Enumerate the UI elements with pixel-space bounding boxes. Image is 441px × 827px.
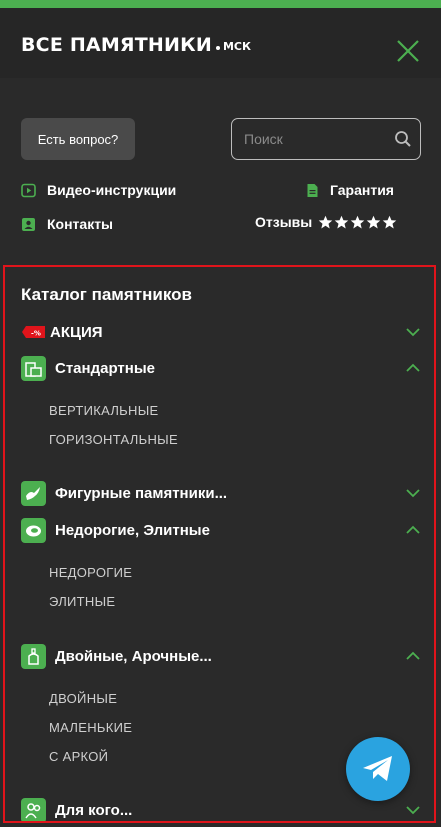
catalog-label-standard: Стандартные xyxy=(55,359,155,377)
catalog-item-for-whom[interactable]: Для кого... xyxy=(21,797,421,821)
sale-tag-icon: -% xyxy=(22,326,45,338)
search-icon[interactable] xyxy=(394,130,412,148)
star-icon xyxy=(350,215,365,228)
star-icon xyxy=(382,215,397,228)
catalog-label-figured: Фигурные памятники... xyxy=(55,484,228,502)
chevron-down-icon[interactable] xyxy=(405,324,421,340)
telegram-button[interactable] xyxy=(346,737,410,801)
top-accent-stripe xyxy=(0,0,441,8)
catalog-item-double-arched[interactable]: Двойные, Арочные... xyxy=(21,643,421,669)
contacts-link[interactable]: Контакты xyxy=(21,216,113,232)
subcategory-vertical[interactable]: ВЕРТИКАЛЬНЫЕ xyxy=(49,403,158,418)
catalog-label-for-whom: Для кого... xyxy=(55,801,133,819)
telegram-icon xyxy=(363,756,392,781)
catalog-label-cheap-elite: Недорогие, Элитные xyxy=(55,521,210,539)
catalog-item-cheap-elite[interactable]: Недорогие, Элитные xyxy=(21,517,421,543)
close-menu-button[interactable] xyxy=(393,36,423,66)
video-instructions-link[interactable]: Видео-инструкции xyxy=(21,182,176,198)
rating-stars xyxy=(318,215,397,230)
header: ВСЕ ПАМЯТНИКИ МСК xyxy=(0,8,441,78)
reviews-link[interactable]: Отзывы xyxy=(255,214,397,230)
warranty-label: Гарантия xyxy=(330,182,394,198)
catalog-item-figured[interactable]: Фигурные памятники... xyxy=(21,480,421,506)
logo-text: ВСЕ ПАМЯТНИКИ xyxy=(21,34,212,56)
logo-dot xyxy=(215,46,220,50)
subcategory-arched[interactable]: С АРКОЙ xyxy=(49,749,108,764)
chevron-up-icon[interactable] xyxy=(405,648,421,664)
catalog-title: Каталог памятников xyxy=(21,285,192,304)
subcategory-small[interactable]: МАЛЕНЬКИЕ xyxy=(49,720,132,735)
mobile-menu: Есть вопрос? Видео-инструкции Гарантия К… xyxy=(0,78,441,827)
subcategory-double[interactable]: ДВОЙНЫЕ xyxy=(49,691,117,706)
logo-city: МСК xyxy=(222,39,251,53)
star-icon xyxy=(334,215,349,228)
catalog-label-sale: АКЦИЯ xyxy=(50,323,103,341)
search-box[interactable] xyxy=(231,118,421,160)
chevron-up-icon[interactable] xyxy=(405,522,421,538)
close-icon xyxy=(397,40,419,62)
star-icon xyxy=(318,215,333,228)
search-input[interactable] xyxy=(244,119,384,159)
gem-icon xyxy=(21,517,46,543)
dove-icon xyxy=(21,480,46,506)
contacts-label: Контакты xyxy=(47,216,114,232)
subcategory-cheap[interactable]: НЕДОРОГИЕ xyxy=(49,565,132,580)
reviews-label: Отзывы xyxy=(255,214,313,230)
bottle-monument-icon xyxy=(21,643,46,669)
catalog-item-standard[interactable]: Стандартные xyxy=(21,355,421,381)
chevron-down-icon[interactable] xyxy=(405,802,421,818)
subcategory-elite[interactable]: ЭЛИТНЫЕ xyxy=(49,594,115,609)
catalog-label-double-arched: Двойные, Арочные... xyxy=(55,647,212,665)
sale-badge-text: -% xyxy=(31,329,41,337)
document-icon xyxy=(307,183,318,197)
catalog-item-sale[interactable]: -% АКЦИЯ xyxy=(21,319,421,345)
video-icon xyxy=(21,183,36,197)
people-icon xyxy=(21,797,46,821)
star-icon xyxy=(366,215,381,228)
chevron-down-icon[interactable] xyxy=(405,485,421,501)
subcategory-horizontal[interactable]: ГОРИЗОНТАЛЬНЫЕ xyxy=(49,432,178,447)
standard-monument-icon xyxy=(21,355,46,381)
warranty-link[interactable]: Гарантия xyxy=(305,182,394,198)
ask-question-button[interactable]: Есть вопрос? xyxy=(21,118,135,160)
chevron-up-icon[interactable] xyxy=(405,360,421,376)
site-logo[interactable]: ВСЕ ПАМЯТНИКИ МСК xyxy=(21,34,251,56)
video-instructions-label: Видео-инструкции xyxy=(47,182,177,198)
contact-card-icon xyxy=(22,217,35,231)
